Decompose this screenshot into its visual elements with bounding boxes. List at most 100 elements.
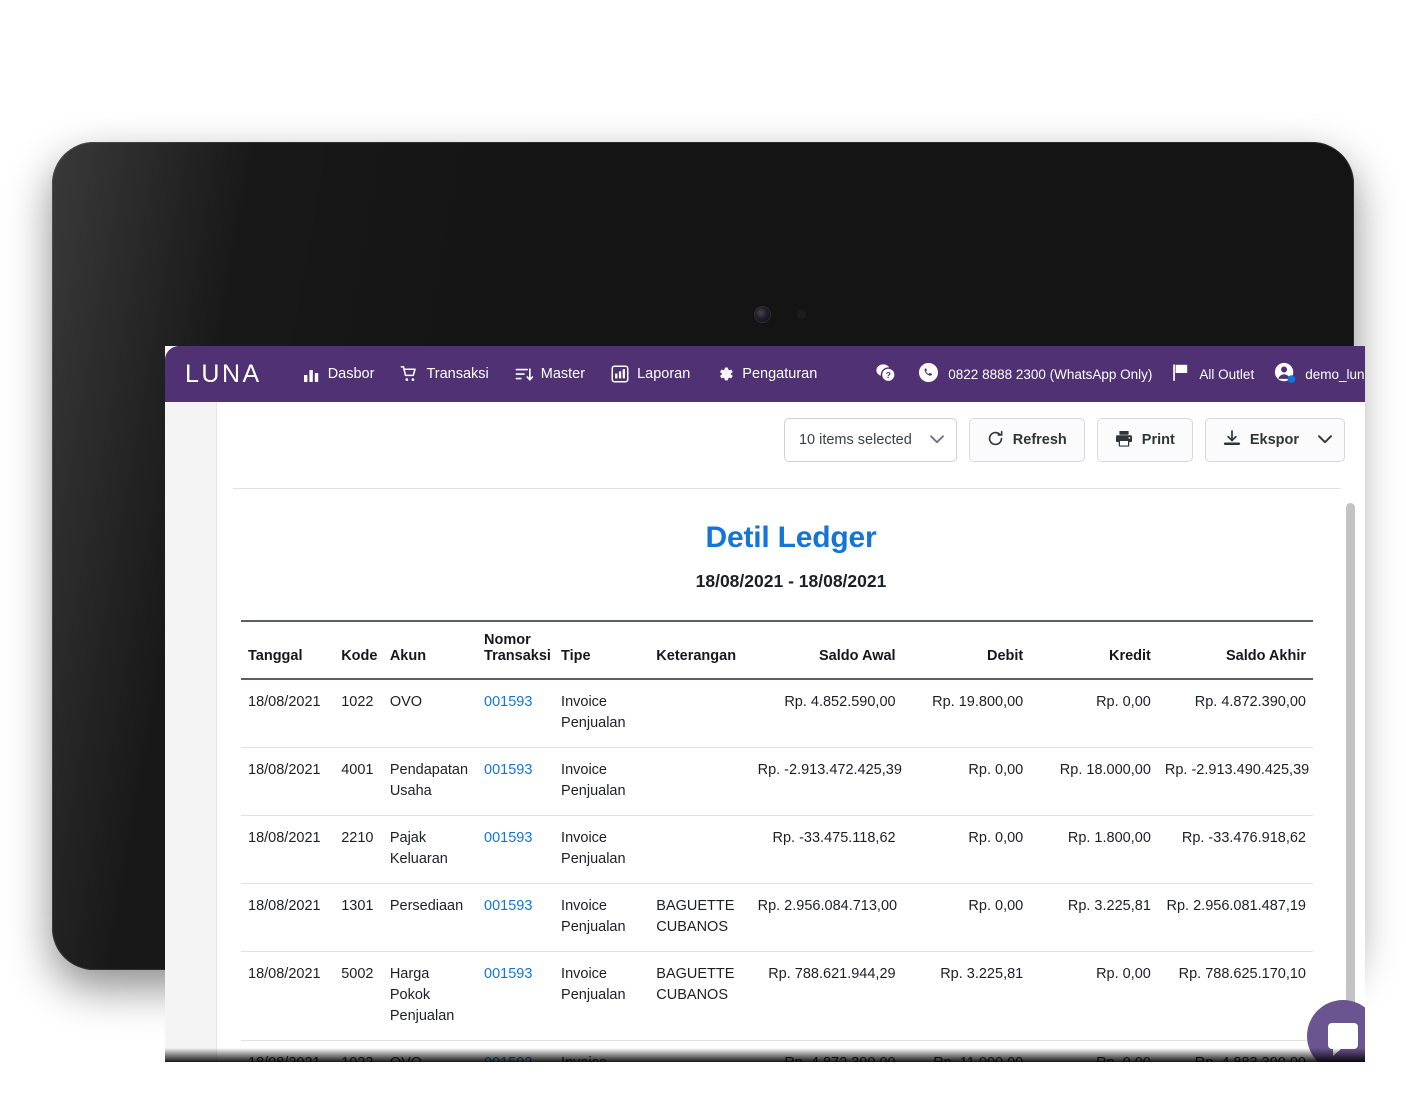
transaction-link[interactable]: 001593 bbox=[484, 898, 532, 914]
cell-saldo-akhir: Rp. 4.872.390,00 bbox=[1157, 679, 1313, 749]
print-label: Print bbox=[1141, 432, 1175, 448]
main-content-area: 10 items selected Refresh Print Ekspor D… bbox=[217, 402, 1365, 1062]
transaction-link[interactable]: 001593 bbox=[484, 694, 532, 710]
refresh-button[interactable]: Refresh bbox=[968, 418, 1085, 462]
whatsapp-contact[interactable]: 0822 8888 2300 (WhatsApp Only) bbox=[908, 356, 1162, 392]
cell-kode: 2210 bbox=[334, 815, 383, 885]
cell-debit: Rp. 0,00 bbox=[902, 883, 1031, 953]
items-selected-dropdown[interactable]: 10 items selected bbox=[783, 418, 957, 462]
cell-nomor-transaksi: 001593 bbox=[477, 747, 555, 817]
cell-kredit: Rp. 3.225,81 bbox=[1030, 883, 1158, 953]
left-sidebar-rail bbox=[165, 402, 217, 1062]
user-menu[interactable]: demo_lunapos bbox=[1264, 356, 1365, 393]
cell-debit: Rp. 0,00 bbox=[902, 815, 1031, 885]
outlet-selector[interactable]: All Outlet bbox=[1162, 357, 1264, 391]
ledger-table: Tanggal Kode Akun Nomor Transaksi Tipe K… bbox=[241, 620, 1313, 1062]
cell-nomor-transaksi: 001593 bbox=[477, 815, 555, 885]
cell-keterangan bbox=[649, 1040, 751, 1062]
whatsapp-icon bbox=[918, 362, 939, 386]
cell-kode: 5002 bbox=[334, 951, 383, 1042]
cell-debit: Rp. 11.000,00 bbox=[902, 1040, 1031, 1062]
table-row: 18/08/2021 1301 Persediaan 001593 Invoice Pe… bbox=[241, 883, 1313, 953]
nav-label-dasbor: Dasbor bbox=[327, 366, 375, 382]
cell-kredit: Rp. 18.000,00 bbox=[1030, 747, 1158, 817]
table-row: 18/08/2021 2210 Pajak Keluaran 001593 Invoic… bbox=[241, 815, 1313, 885]
cell-debit: Rp. 3.225,81 bbox=[902, 951, 1031, 1042]
cell-kode: 1022 bbox=[334, 1040, 383, 1062]
table-row: 18/08/2021 5002 Harga Pokok Penjualan 00159… bbox=[241, 951, 1313, 1042]
cell-tipe: Invoice Penjualan bbox=[554, 1040, 650, 1062]
navbar-right-group: ? 0822 8888 2300 (WhatsApp Only) All Out… bbox=[864, 356, 1365, 393]
cell-keterangan: BAGUETTE CUBANOS bbox=[649, 883, 751, 953]
ekspor-button[interactable]: Ekspor bbox=[1204, 418, 1345, 462]
vertical-scrollbar-track[interactable] bbox=[1346, 495, 1360, 1055]
printer-icon bbox=[1115, 430, 1133, 451]
cell-tanggal: 18/08/2021 bbox=[241, 815, 335, 885]
cell-akun: OVO bbox=[382, 679, 478, 749]
help-button[interactable]: ? bbox=[864, 356, 908, 393]
print-button[interactable]: Print bbox=[1096, 418, 1193, 462]
ambient-sensor-icon bbox=[797, 310, 806, 319]
luna-logo[interactable]: LUNA bbox=[185, 360, 262, 389]
nav-label-pengaturan: Pengaturan bbox=[742, 366, 818, 382]
tablet-screen: LUNA Dasbor Transaksi Master Laporan Pen… bbox=[165, 346, 1365, 1062]
cell-tanggal: 18/08/2021 bbox=[241, 951, 335, 1042]
col-header-nomor-line2: Transaksi bbox=[484, 648, 551, 664]
nav-item-master[interactable]: Master bbox=[506, 360, 594, 389]
ledger-table-body: 18/08/2021 1022 OVO 001593 Invoice Penjualan… bbox=[241, 679, 1313, 1062]
transaction-link[interactable]: 001592 bbox=[484, 1055, 532, 1062]
refresh-label: Refresh bbox=[1012, 432, 1067, 448]
nav-label-transaksi: Transaksi bbox=[426, 366, 489, 382]
cell-saldo-awal: Rp. -33.475.118,62 bbox=[750, 815, 903, 885]
transaction-link[interactable]: 001593 bbox=[484, 762, 532, 778]
outlet-label: All Outlet bbox=[1199, 366, 1255, 382]
username-label: demo_lunapos bbox=[1305, 366, 1365, 382]
cell-saldo-awal: Rp. 2.956.084.713,00 bbox=[750, 883, 903, 953]
report-date-range: 18/08/2021 - 18/08/2021 bbox=[695, 571, 887, 591]
whatsapp-number: 0822 8888 2300 (WhatsApp Only) bbox=[948, 366, 1153, 382]
cell-akun: Persediaan bbox=[382, 883, 478, 953]
col-header-saldo-akhir: Saldo Akhir bbox=[1157, 620, 1313, 680]
cell-keterangan bbox=[649, 747, 751, 817]
cell-kode: 1301 bbox=[334, 883, 383, 953]
cell-nomor-transaksi: 001593 bbox=[477, 951, 555, 1042]
cell-saldo-awal: Rp. 788.621.944,29 bbox=[750, 951, 903, 1042]
cell-akun: Pendapatan Usaha bbox=[382, 747, 478, 817]
transaction-link[interactable]: 001593 bbox=[484, 966, 532, 982]
items-selected-label: 10 items selected bbox=[798, 432, 912, 448]
front-camera-icon bbox=[755, 307, 770, 322]
user-avatar-icon bbox=[1274, 362, 1296, 387]
col-header-nomor-line1: Nomor bbox=[484, 632, 531, 648]
nav-item-dasbor[interactable]: Dasbor bbox=[294, 360, 384, 389]
chevron-down-icon bbox=[929, 432, 944, 448]
cell-tipe: Invoice Penjualan bbox=[554, 747, 650, 817]
svg-text:?: ? bbox=[886, 370, 891, 380]
report-chart-icon bbox=[611, 365, 629, 383]
table-row: 18/08/2021 4001 Pendapatan Usaha 001593 Invo… bbox=[241, 747, 1313, 817]
cell-kredit: Rp. 1.800,00 bbox=[1030, 815, 1158, 885]
col-header-debit: Debit bbox=[902, 620, 1031, 680]
cell-nomor-transaksi: 001592 bbox=[477, 1040, 555, 1062]
col-header-nomor-transaksi: Nomor Transaksi bbox=[477, 620, 555, 680]
help-chat-icon: ? bbox=[874, 362, 898, 387]
cell-saldo-akhir: Rp. 788.625.170,10 bbox=[1157, 951, 1313, 1042]
report-scroll-region[interactable]: Detil Ledger 18/08/2021 - 18/08/2021 Tan… bbox=[217, 489, 1365, 1062]
nav-item-transaksi[interactable]: Transaksi bbox=[391, 359, 497, 389]
cell-debit: Rp. 0,00 bbox=[902, 747, 1031, 817]
cell-tanggal: 18/08/2021 bbox=[241, 883, 335, 953]
cell-tipe: Invoice Penjualan bbox=[554, 951, 650, 1042]
cell-kredit: Rp. 0,00 bbox=[1030, 679, 1158, 749]
chevron-down-icon bbox=[1318, 432, 1332, 448]
cell-tipe: Invoice Penjualan bbox=[554, 679, 650, 749]
cell-kode: 1022 bbox=[334, 679, 383, 749]
nav-item-pengaturan[interactable]: Pengaturan bbox=[707, 359, 826, 389]
col-header-tanggal: Tanggal bbox=[241, 620, 335, 680]
transaction-link[interactable]: 001593 bbox=[484, 830, 532, 846]
flag-icon bbox=[1172, 363, 1190, 385]
top-navigation-bar: LUNA Dasbor Transaksi Master Laporan Pen… bbox=[165, 346, 1365, 402]
vertical-scrollbar-thumb[interactable] bbox=[1346, 503, 1355, 1033]
nav-item-laporan[interactable]: Laporan bbox=[602, 359, 699, 389]
cell-akun: Pajak Keluaran bbox=[382, 815, 478, 885]
col-header-saldo-awal: Saldo Awal bbox=[750, 620, 903, 680]
col-header-tipe: Tipe bbox=[554, 620, 650, 680]
